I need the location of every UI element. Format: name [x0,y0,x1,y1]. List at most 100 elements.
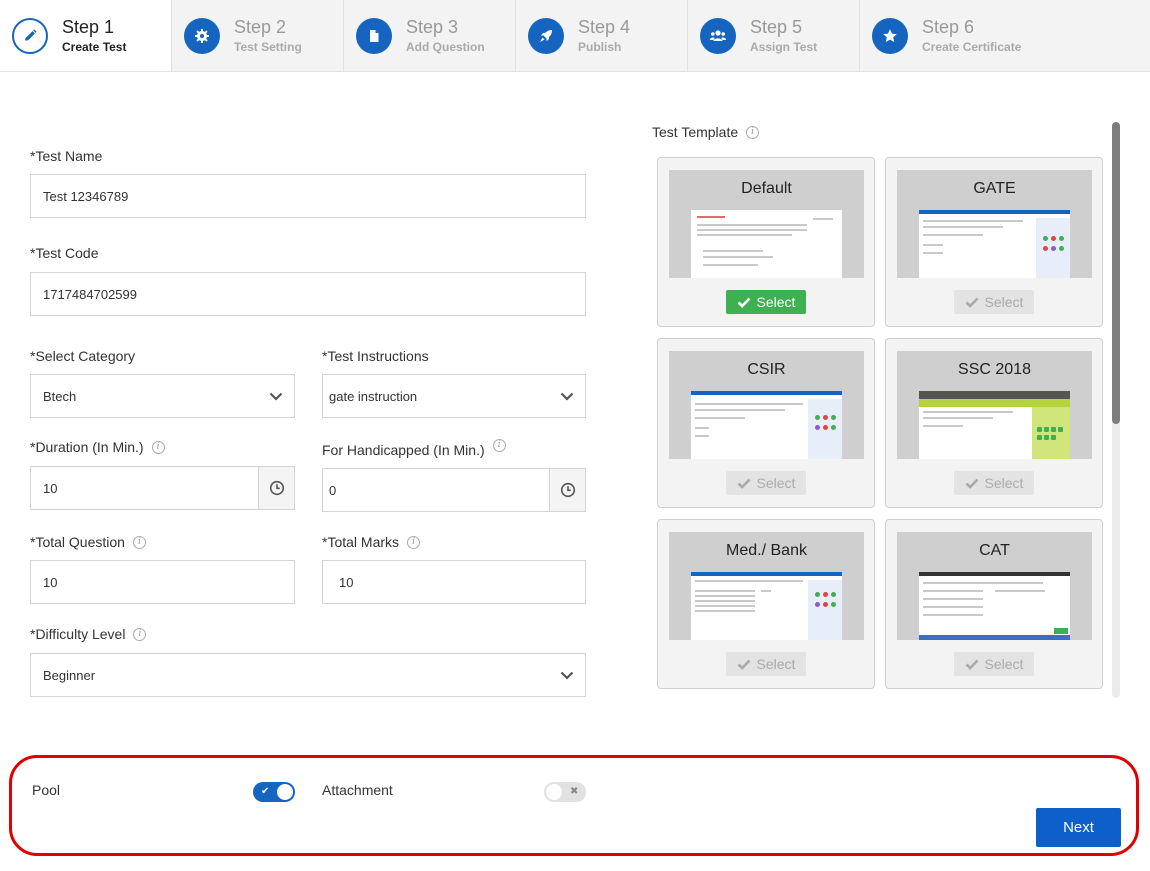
label-text: *Test Instructions [322,348,429,364]
check-icon [737,659,750,670]
template-select-button[interactable]: Select [954,471,1034,495]
step-1-create-test[interactable]: Step 1 Create Test [0,0,171,71]
field-value: Beginner [43,667,96,683]
users-icon [700,17,736,54]
template-preview: SSC 2018 [897,351,1092,459]
step-subtitle: Assign Test [750,39,818,54]
select-label: Select [756,475,796,491]
info-icon[interactable]: i [151,440,165,454]
category-label: *Select Category [30,348,135,364]
info-icon[interactable]: i [133,627,147,641]
template-thumbnail [691,391,842,459]
category-select[interactable]: Btech [30,374,295,418]
label-text: For Handicapped (In Min.) [322,442,485,458]
handicapped-label: For Handicapped (In Min.) i [322,438,506,458]
test-code-label: *Test Code [30,245,98,261]
template-scrollbar-thumb[interactable] [1112,122,1120,424]
step-subtitle: Create Certificate [922,39,1022,54]
star-icon [872,17,908,54]
info-icon[interactable]: i [132,535,146,549]
check-icon [737,297,750,308]
chevron-down-icon [549,375,585,417]
test-code-input[interactable]: 1717484702599 [30,272,586,316]
check-icon: ✔ [261,786,270,797]
clock-icon [258,467,294,509]
label-text: Attachment [322,782,393,798]
template-preview: GATE [897,170,1092,278]
step-6-create-certificate[interactable]: Step 6 Create Certificate [860,0,1060,71]
step-2-test-setting[interactable]: Step 2 Test Setting [172,0,343,71]
label-text: *Total Question [30,534,125,550]
template-select-button[interactable]: Select [954,290,1034,314]
template-name: CAT [979,542,1010,559]
field-value: 10 [43,480,58,496]
template-card-csir[interactable]: CSIR Select [657,338,875,508]
label-text: *Duration (In Min.) [30,439,144,455]
info-icon[interactable]: i [407,535,421,549]
field-value: 10 [339,574,354,590]
total-marks-label: *Total Marks i [322,534,421,550]
info-icon[interactable]: i [746,125,760,139]
step-wizard: Step 1 Create Test Step 2 Test Setting S… [0,0,1150,72]
template-card-default[interactable]: Default Select [657,157,875,327]
template-card-ssc-2018[interactable]: SSC 2018 Select [885,338,1103,508]
template-select-button[interactable]: Select [726,652,806,676]
template-thumbnail [919,210,1070,278]
template-thumbnail [919,572,1070,640]
difficulty-select[interactable]: Beginner [30,653,586,697]
step-subtitle: Publish [578,39,622,54]
toggle-knob [277,784,293,800]
step-subtitle: Test Setting [234,39,302,54]
pool-toggle[interactable]: ✔ [253,782,295,802]
check-icon [965,297,978,308]
instructions-label: *Test Instructions [322,348,429,364]
select-label: Select [984,656,1024,672]
step-title: Step 4 [578,16,631,37]
difficulty-label: *Difficulty Level i [30,626,147,642]
template-card-gate[interactable]: GATE Select [885,157,1103,327]
template-thumbnail [691,210,842,278]
step-title: Step 3 [406,16,459,37]
total-marks-input[interactable]: 10 [322,560,586,604]
attachment-toggle[interactable]: ✖ [544,782,586,802]
template-select-button[interactable]: Select [726,290,806,314]
template-thumbnail [919,391,1070,459]
select-label: Select [984,294,1024,310]
highlight-annotation [9,755,1139,856]
rocket-icon [528,17,564,54]
template-select-button[interactable]: Select [726,471,806,495]
field-value: 0 [329,482,337,498]
duration-label: *Duration (In Min.) i [30,439,165,455]
select-label: Select [756,294,796,310]
next-button[interactable]: Next [1036,808,1121,847]
close-icon: ✖ [570,786,579,797]
template-name: Med./ Bank [726,542,807,559]
field-value: Test 12346789 [43,188,129,204]
template-name: Default [741,180,792,197]
info-icon[interactable]: i [492,438,506,452]
template-card-med-bank[interactable]: Med./ Bank Select [657,519,875,689]
handicapped-input[interactable]: 0 [322,468,586,512]
step-title: Step 5 [750,16,803,37]
step-subtitle: Add Question [406,39,485,54]
label-text: *Test Name [30,148,103,164]
label-text: *Total Marks [322,534,400,550]
step-5-assign-test[interactable]: Step 5 Assign Test [688,0,859,71]
step-3-add-question[interactable]: Step 3 Add Question [344,0,515,71]
template-name: SSC 2018 [958,361,1031,378]
label-text: *Test Code [30,245,99,261]
gear-icon [184,17,220,54]
step-4-publish[interactable]: Step 4 Publish [516,0,687,71]
duration-input[interactable]: 10 [30,466,295,510]
total-question-input[interactable]: 10 [30,560,295,604]
check-icon [965,478,978,489]
template-select-button[interactable]: Select [954,652,1034,676]
label-text: Test Template [652,124,739,140]
template-thumbnail [691,572,842,640]
template-name: GATE [973,180,1016,197]
instructions-select[interactable]: gate instruction [322,374,586,418]
pool-label: Pool [32,782,60,798]
template-card-cat[interactable]: CAT Select [885,519,1103,689]
select-label: Select [756,656,796,672]
test-name-input[interactable]: Test 12346789 [30,174,586,218]
